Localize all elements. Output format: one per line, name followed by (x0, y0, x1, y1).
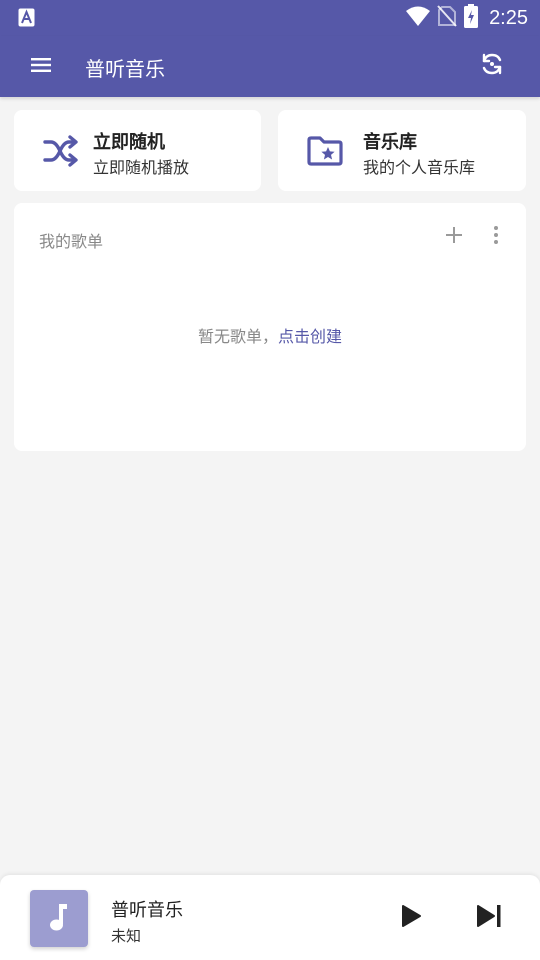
app-bar: 普听音乐 (0, 36, 540, 97)
menu-button[interactable] (24, 50, 58, 84)
skip-next-icon (475, 904, 503, 932)
shuffle-all-card[interactable]: 立即随机 立即随机播放 (14, 110, 261, 191)
library-title: 音乐库 (363, 132, 417, 153)
status-indicators: 2:25 (405, 0, 528, 36)
my-playlists-card: 我的歌单 暂无歌单，点击创建 (14, 203, 526, 451)
playlists-header: 我的歌单 (39, 232, 104, 251)
shuffle-icon (42, 132, 80, 170)
accessibility-a-icon (18, 8, 35, 27)
status-bar: 2:25 (0, 0, 540, 36)
empty-playlists-text: 暂无歌单， (197, 327, 278, 346)
now-playing-artist: 未知 (111, 927, 142, 945)
app-title: 普听音乐 (85, 57, 165, 81)
playlists-more-button[interactable] (486, 225, 506, 249)
empty-playlists-message: 暂无歌单，点击创建 (14, 323, 526, 347)
add-playlist-button[interactable] (442, 225, 466, 249)
play-button[interactable] (396, 903, 426, 933)
menu-icon (31, 57, 51, 77)
more-vert-icon (493, 225, 499, 249)
music-note-icon (48, 902, 70, 936)
folder-star-icon (306, 132, 344, 170)
phone-screen: 2:25 普听音乐 立即随机 立即随机播放 音乐库 我的个人音乐库 我的歌单 暂… (0, 0, 540, 960)
mini-player[interactable]: 普听音乐 未知 (0, 875, 540, 960)
music-library-card[interactable]: 音乐库 我的个人音乐库 (278, 110, 526, 191)
album-cover[interactable] (30, 890, 88, 947)
sync-icon (478, 52, 506, 80)
add-icon (445, 226, 463, 248)
shuffle-title: 立即随机 (93, 132, 165, 153)
play-icon (400, 904, 422, 932)
library-subtitle: 我的个人音乐库 (363, 158, 476, 177)
status-time: 2:25 (489, 6, 528, 29)
wifi-icon (405, 5, 431, 31)
create-playlist-link[interactable]: 点击创建 (278, 327, 342, 346)
battery-charging-icon (463, 4, 479, 32)
next-track-button[interactable] (472, 903, 506, 933)
shuffle-subtitle: 立即随机播放 (93, 158, 190, 177)
sync-button[interactable] (474, 48, 510, 84)
now-playing-title: 普听音乐 (111, 900, 183, 921)
no-sim-icon (437, 5, 457, 31)
